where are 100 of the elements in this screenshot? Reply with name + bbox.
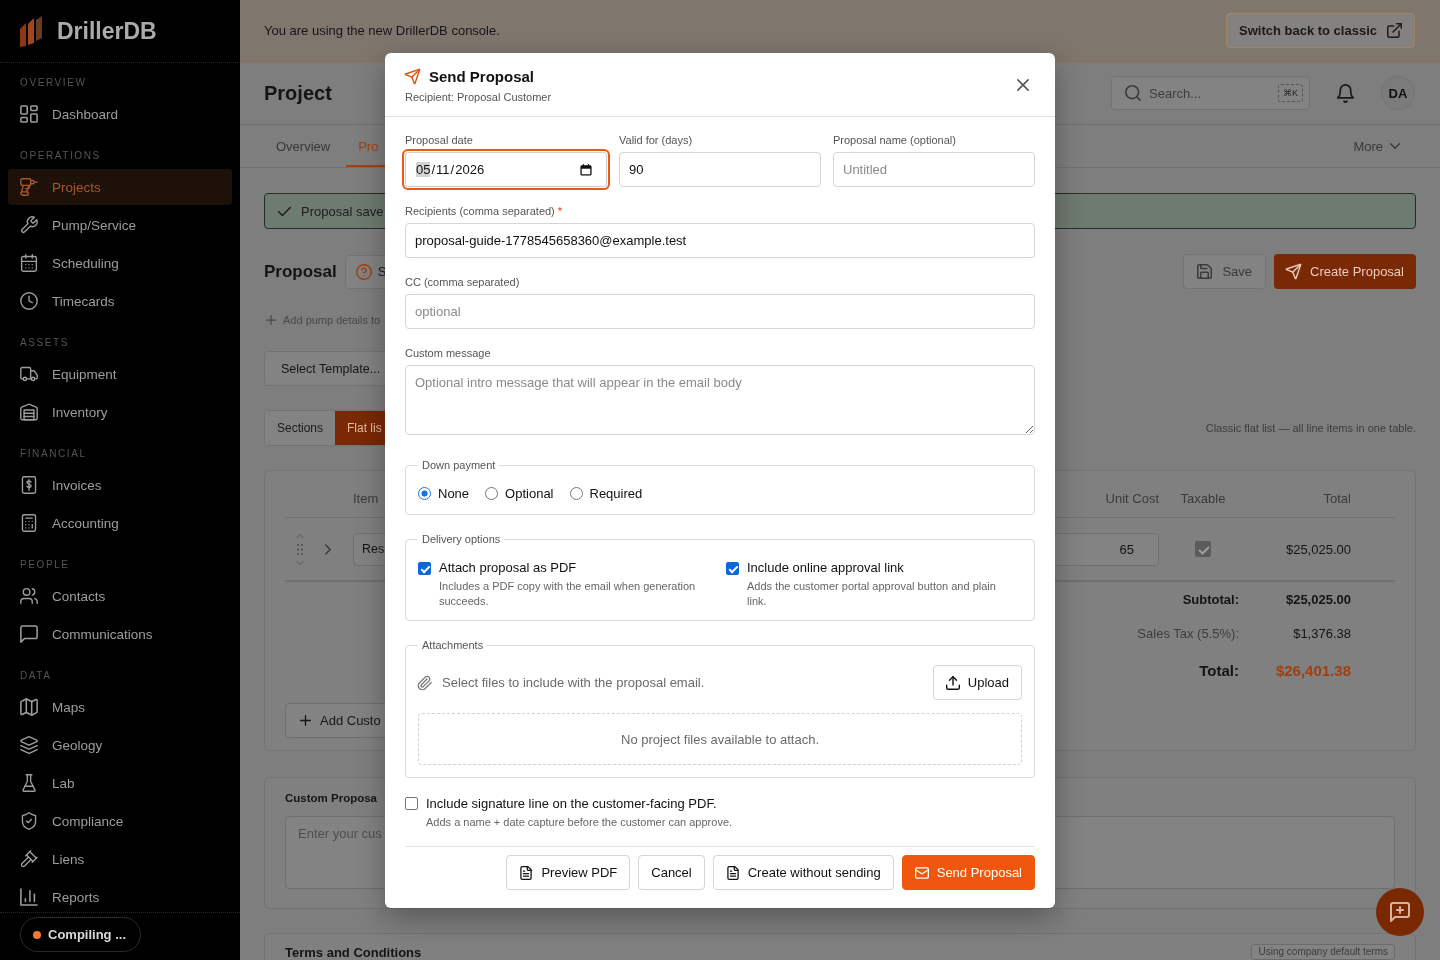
field-label: Proposal name (optional) xyxy=(833,133,957,147)
search-input[interactable]: Search... xyxy=(1149,85,1270,101)
nav-item[interactable]: Maps xyxy=(8,689,232,725)
card-title: Terms and Conditions xyxy=(285,946,422,960)
dialog-subtitle: Recipient: Proposal Customer xyxy=(405,90,552,104)
radio-label: None xyxy=(438,485,470,501)
nav-item[interactable]: Timecards xyxy=(8,283,232,319)
bar-chart-icon xyxy=(20,888,38,906)
help-icon xyxy=(355,263,372,280)
nav-item[interactable]: Liens xyxy=(8,841,232,877)
paperclip-icon xyxy=(418,675,432,690)
radio-button[interactable] xyxy=(418,486,431,500)
nav-item[interactable]: Lab xyxy=(8,765,232,801)
field-label: Valid for (days) xyxy=(619,133,694,147)
cancel-button[interactable]: Cancel xyxy=(638,855,705,890)
attachments-hint: Select files to include with the proposal email. xyxy=(442,675,705,690)
card-title: Custom Proposa xyxy=(285,791,377,805)
close-icon[interactable] xyxy=(1017,79,1029,91)
option-description: Adds a name + date capture before the customer can approve. xyxy=(425,816,734,828)
checkbox[interactable] xyxy=(418,562,431,575)
warehouse-icon xyxy=(20,403,38,421)
radio-label: Required xyxy=(589,485,643,501)
preview-button[interactable]: Preview PDF xyxy=(506,855,631,890)
create-button[interactable]: Create without sending xyxy=(712,855,894,890)
switch-classic-button[interactable]: Switch back to classic xyxy=(1226,13,1415,48)
wrench-icon xyxy=(20,216,38,234)
nav-item[interactable]: Equipment xyxy=(8,356,232,392)
chevron-down-icon xyxy=(1390,141,1400,151)
checkbox[interactable] xyxy=(405,796,418,810)
message-field[interactable]: Optional intro message that will appear in the email body xyxy=(405,365,1035,435)
date-segment[interactable]: 11 xyxy=(436,162,450,177)
taxable-checkbox[interactable] xyxy=(1195,541,1211,557)
total-value: $1,376.38 xyxy=(1292,625,1351,641)
compiling-label: Compiling ... xyxy=(48,927,126,942)
option-description: Adds the customer portal approval button and plain link. xyxy=(747,579,997,609)
banner-message: You are using the new DrillerDB console. xyxy=(264,23,500,38)
group-legend: Attachments xyxy=(418,639,488,651)
nav-section-heading: FINANCIAL xyxy=(19,447,88,461)
search-field[interactable]: Search... ⌘K xyxy=(1111,76,1310,110)
nav-item[interactable]: Projects xyxy=(8,169,232,205)
nav-item[interactable]: Contacts xyxy=(8,578,232,614)
nav-item[interactable]: Reports xyxy=(8,879,232,915)
check-icon xyxy=(278,204,291,218)
drill-icon xyxy=(20,178,38,196)
nav-section-heading: PEOPLE xyxy=(19,558,71,572)
nav-item[interactable]: Geology xyxy=(8,727,232,763)
shortcut-hint: ⌘K xyxy=(1278,84,1303,102)
recipients-field[interactable]: proposal-guide-1778545658360@example.test xyxy=(405,223,1035,258)
checkbox-label: Attach proposal as PDF xyxy=(439,560,578,576)
external-link-icon xyxy=(1387,23,1402,38)
nav-section-heading: DATA xyxy=(19,669,53,683)
send-icon xyxy=(1286,264,1302,279)
message-plus-icon xyxy=(1390,902,1410,922)
users-icon xyxy=(20,587,38,605)
create-proposal-button[interactable]: Create Proposal xyxy=(1274,254,1416,289)
nav-item[interactable]: Scheduling xyxy=(8,245,232,281)
dialog-title: Send Proposal xyxy=(429,67,535,85)
column-header: Unit Cost xyxy=(1105,491,1159,506)
field-label: Recipients (comma separated) xyxy=(405,204,555,218)
nav-item[interactable]: Accounting xyxy=(8,505,232,541)
section-title: Proposal xyxy=(264,261,337,282)
chevron-right-icon[interactable] xyxy=(325,543,331,555)
page-title: Project xyxy=(264,81,332,105)
input-field[interactable]: 90 xyxy=(619,152,821,187)
view-toggle-option[interactable]: Sections xyxy=(265,411,336,445)
upload-button[interactable]: Upload xyxy=(932,665,1022,700)
field-label: Proposal date xyxy=(405,133,474,147)
date-segment[interactable]: 2026 xyxy=(455,162,485,177)
column-header: Taxable xyxy=(1180,491,1226,506)
alert-message: Proposal save xyxy=(301,203,384,219)
nav-item[interactable]: Invoices xyxy=(8,467,232,503)
row-total: $25,025.00 xyxy=(1285,542,1351,557)
nav-item[interactable]: Communications xyxy=(8,616,232,652)
bell-icon[interactable] xyxy=(1336,83,1355,103)
gavel-icon xyxy=(20,850,38,868)
option-description: Includes a PDF copy with the email when generation succeeds. xyxy=(439,579,697,609)
nav-item[interactable]: Compliance xyxy=(8,803,232,839)
clock-icon xyxy=(20,292,38,310)
input-field[interactable]: Untitled xyxy=(833,152,1035,187)
total-label: Subtotal: xyxy=(1182,591,1239,607)
user-avatar[interactable]: DA xyxy=(1381,76,1415,110)
nav-section-heading: OVERVIEW xyxy=(19,76,88,90)
envelope-icon xyxy=(914,865,929,880)
logo-icon xyxy=(20,15,42,47)
calendar-icon xyxy=(580,163,592,176)
status-dot-icon xyxy=(33,930,41,939)
empty-files-area: No project files available to attach. xyxy=(418,713,1022,765)
checkbox[interactable] xyxy=(726,562,739,575)
nav-item[interactable]: Inventory xyxy=(8,394,232,430)
date-field[interactable]: 05/11/2026 xyxy=(402,149,610,190)
view-hint: Classic flat list — all line items in one table. xyxy=(1205,422,1416,434)
document-icon xyxy=(519,865,534,880)
search-icon xyxy=(1125,85,1141,101)
cc-field[interactable]: optional xyxy=(405,294,1035,329)
drag-handle-icon[interactable] xyxy=(297,543,303,555)
plus-icon xyxy=(300,715,311,726)
nav-item[interactable]: Dashboard xyxy=(8,96,232,132)
date-segment[interactable]: 05 xyxy=(416,162,431,177)
column-header: Item xyxy=(353,491,379,506)
nav-item[interactable]: Pump/Service xyxy=(8,207,232,243)
